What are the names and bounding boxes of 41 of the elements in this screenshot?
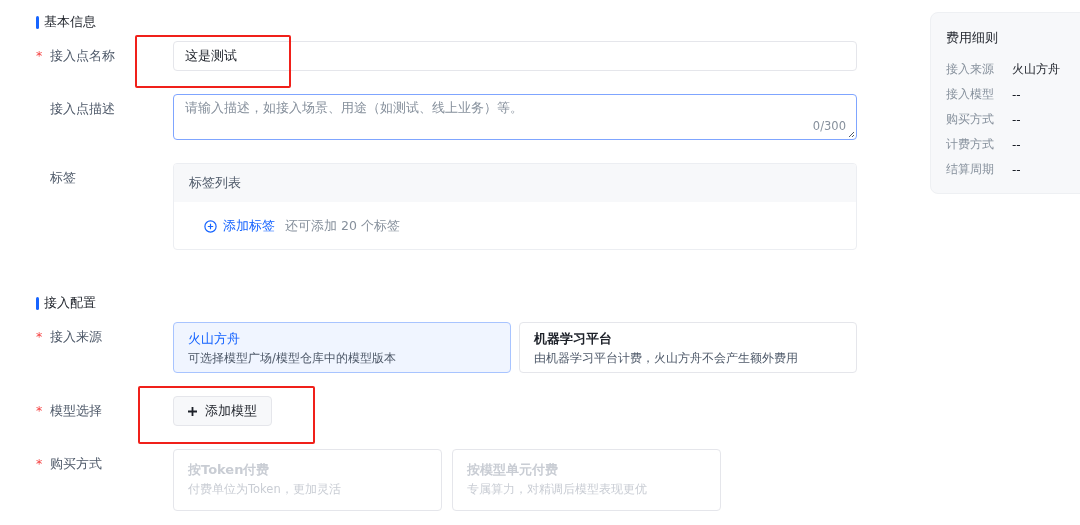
description-placeholder: 请输入描述，如接入场景、用途（如测试、线上业务）等。: [185, 100, 523, 115]
summary-label: 计费方式: [946, 136, 994, 153]
section-accent-bar: [36, 15, 39, 29]
required-asterisk: *: [36, 47, 44, 65]
character-counter: 0/300: [812, 119, 846, 133]
section-title: 基本信息: [44, 13, 96, 31]
summary-label: 结算周期: [946, 161, 994, 178]
add-tag-link[interactable]: 添加标签: [204, 217, 275, 235]
field-label: 标签: [50, 169, 76, 187]
section-accent-bar: [36, 296, 39, 310]
resize-grip-icon[interactable]: [848, 131, 855, 138]
summary-label: 接入模型: [946, 86, 994, 103]
plus-icon: [188, 406, 197, 416]
tag-limit-hint: 还可添加 20 个标签: [285, 217, 400, 235]
section-title: 接入配置: [44, 294, 96, 312]
panel-title: 费用细则: [946, 29, 999, 47]
plus-circle-icon: [204, 219, 217, 233]
field-label: 接入点描述: [50, 100, 115, 118]
required-asterisk: *: [36, 402, 44, 420]
option-title: 火山方舟: [188, 330, 241, 348]
field-label: 接入点名称: [50, 47, 115, 65]
field-label: 模型选择: [50, 402, 102, 420]
option-description: 由机器学习平台计费，火山方舟不会产生额外费用: [534, 351, 799, 366]
option-card[interactable]: 机器学习平台 由机器学习平台计费，火山方舟不会产生额外费用: [519, 322, 857, 373]
field-label: 接入来源: [50, 328, 102, 346]
required-asterisk: *: [36, 455, 44, 473]
summary-label: 接入来源: [946, 61, 994, 78]
summary-value: --: [1012, 87, 1021, 102]
summary-value: --: [1012, 137, 1021, 152]
summary-value: --: [1012, 112, 1021, 127]
add-model-button[interactable]: 添加模型: [173, 396, 272, 426]
field-label: 购买方式: [50, 455, 102, 473]
name-input-field[interactable]: 这是测试: [173, 41, 857, 71]
option-description: 可选择模型广场/模型仓库中的模型版本: [188, 351, 397, 366]
summary-value: 火山方舟: [1012, 61, 1060, 78]
required-asterisk: *: [36, 328, 44, 346]
summary-value: --: [1012, 162, 1021, 177]
option-card[interactable]: 火山方舟 可选择模型广场/模型仓库中的模型版本: [173, 322, 511, 373]
tag-list-header: 标签列表: [174, 164, 856, 202]
summary-label: 购买方式: [946, 111, 994, 128]
option-title: 机器学习平台: [534, 330, 613, 348]
